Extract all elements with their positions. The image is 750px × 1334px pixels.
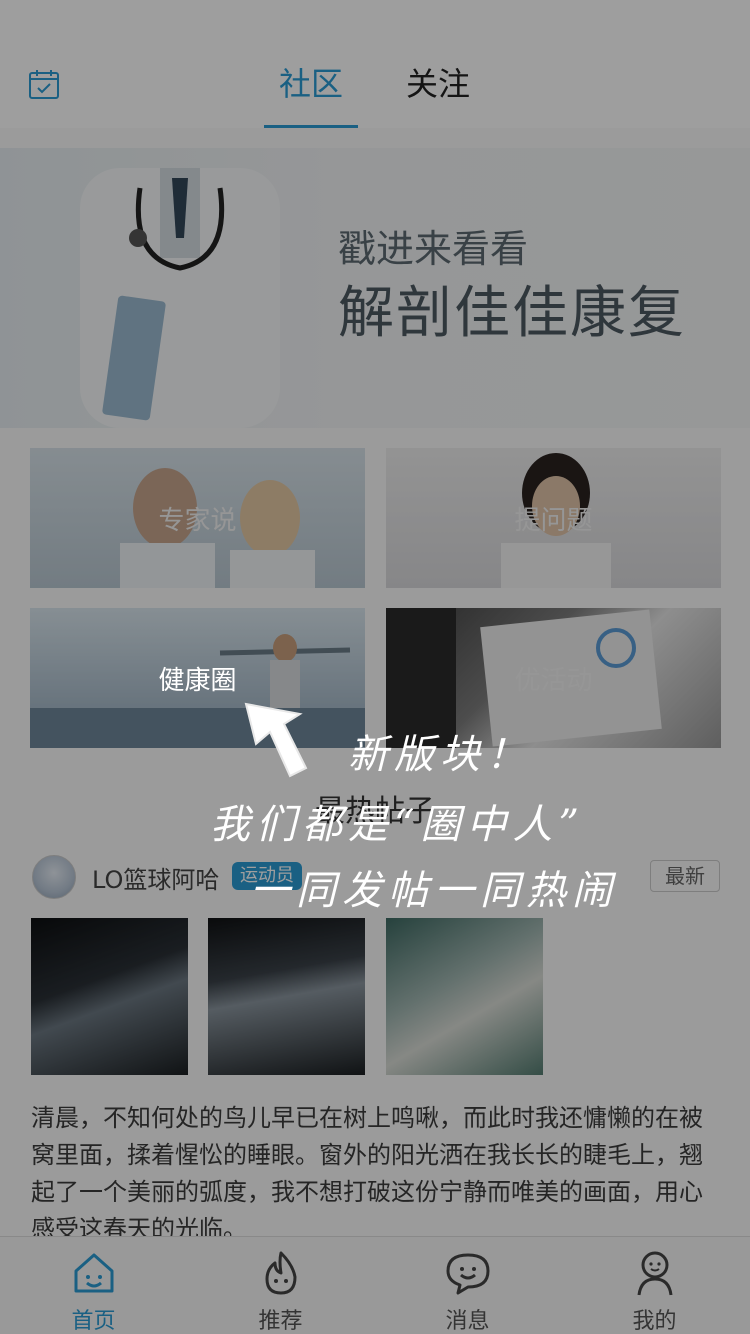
promo-banner[interactable]: 戳进来看看 解剖佳佳康复 — [0, 148, 750, 428]
avatar[interactable] — [32, 855, 76, 899]
tile-expert-talk[interactable]: 专家说 — [30, 448, 365, 588]
person-icon — [637, 1251, 673, 1296]
home-smile-icon — [74, 1253, 114, 1293]
highlighted-tile-label[interactable]: 健康圈 — [30, 608, 365, 748]
calendar-check-icon[interactable] — [28, 68, 60, 100]
tab-label: 我的 — [632, 1309, 677, 1334]
post-photo[interactable] — [208, 918, 365, 1075]
post-body-text[interactable]: 清晨，不知何处的鸟儿早已在树上鸣啾，而此时我还慵懒的在被窝里面，揉着惺忪的睡眼。… — [31, 1100, 721, 1248]
guide-line-1: 新版块！ — [348, 732, 532, 778]
tile-label: 专家说 — [158, 505, 237, 536]
tile-label: 提问题 — [514, 505, 593, 536]
tab-label: 推荐 — [258, 1309, 303, 1334]
app-header: 社区 关注 — [0, 0, 750, 128]
tab-label: 消息 — [445, 1309, 490, 1334]
guide-line-2: 我们都是“圈中人” — [210, 802, 585, 848]
post-action-button[interactable]: 最新 — [650, 860, 720, 892]
post-photo[interactable] — [31, 918, 188, 1075]
active-tab-indicator — [264, 125, 358, 128]
tab-profile[interactable]: 我的 — [561, 1237, 748, 1334]
post-photo[interactable] — [386, 918, 543, 1075]
tab-follow[interactable]: 关注 — [393, 64, 483, 104]
tab-messages[interactable]: 消息 — [374, 1237, 561, 1334]
flame-icon — [265, 1251, 297, 1295]
tile-ask-question[interactable]: 提问题 — [386, 448, 721, 588]
banner-title: 解剖佳佳康复 — [338, 281, 686, 346]
tab-recommend[interactable]: 推荐 — [187, 1237, 374, 1334]
tab-home[interactable]: 首页 — [0, 1237, 187, 1334]
doctor-illustration — [80, 168, 280, 428]
tab-community[interactable]: 社区 — [266, 64, 356, 104]
banner-subtitle: 戳进来看看 — [338, 227, 529, 271]
bottom-tab-bar: 首页 推荐 消息 我的 — [0, 1236, 750, 1334]
pointer-arrow-icon — [244, 702, 308, 778]
chat-bubble-icon — [446, 1253, 490, 1295]
post-username[interactable]: LO篮球阿哈 — [92, 860, 219, 895]
tab-label: 首页 — [71, 1309, 116, 1334]
guide-line-3: 一同发帖一同热闹 — [250, 868, 618, 914]
